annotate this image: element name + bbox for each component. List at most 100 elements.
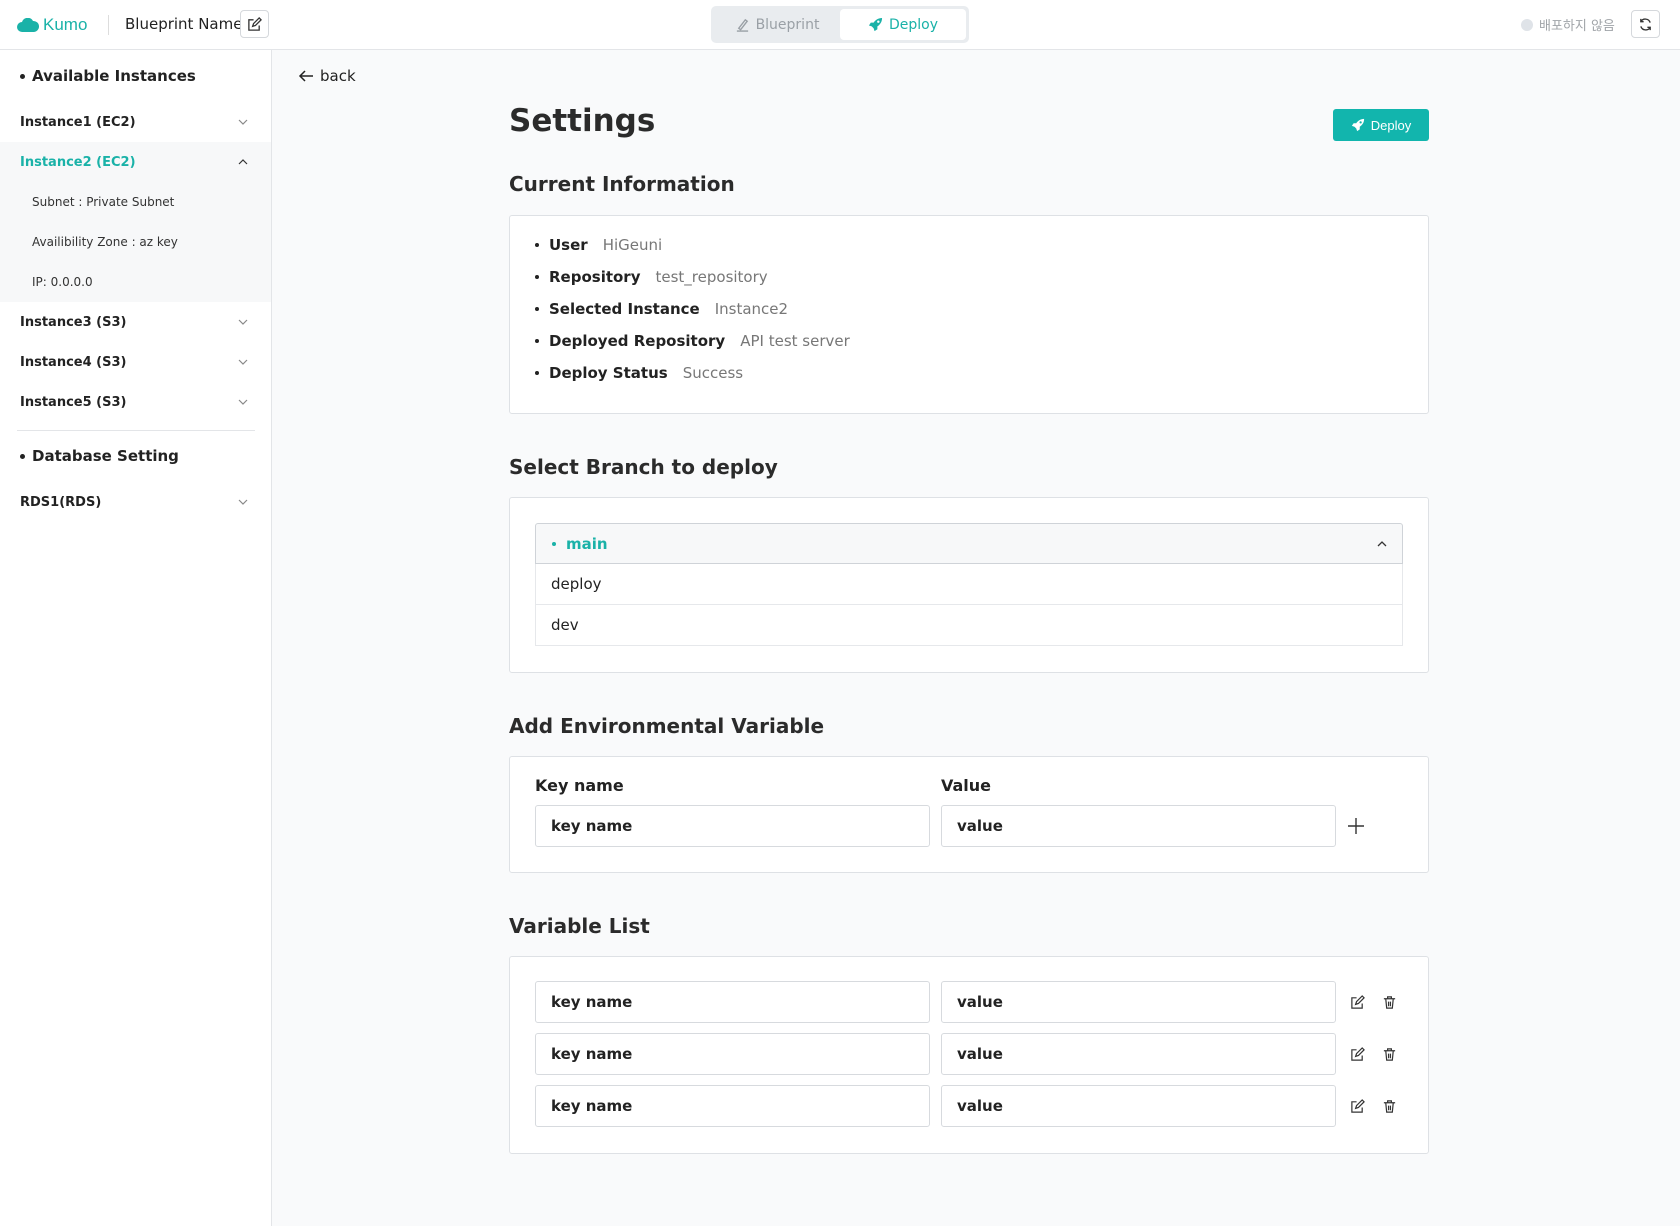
trash-icon[interactable] <box>1382 1047 1397 1062</box>
info-row-selected-instance: Selected Instance Instance2 <box>535 300 788 318</box>
chevron-down-icon <box>238 119 248 125</box>
database-setting-title: Database Setting <box>20 447 179 465</box>
current-info-card: User HiGeuni Repository test_repository … <box>509 215 1429 414</box>
current-info-heading: Current Information <box>509 172 735 196</box>
refresh-button[interactable] <box>1631 10 1660 38</box>
variable-key-field[interactable]: key name <box>535 1085 930 1127</box>
sidebar-item-instance5[interactable]: Instance5 (S3) <box>0 382 271 422</box>
back-link[interactable]: back <box>298 67 356 85</box>
instance-detail-subnet: Subnet : Private Subnet <box>0 182 271 222</box>
info-value: Instance2 <box>714 300 789 318</box>
env-value-input[interactable]: value <box>941 805 1336 847</box>
tab-deploy-label: Deploy <box>888 16 939 33</box>
tab-blueprint-label: Blueprint <box>755 16 820 33</box>
sidebar-item-rds1[interactable]: RDS1(RDS) <box>0 482 271 522</box>
top-header: Kumo Blueprint Name Blueprint Deploy 배포하… <box>0 0 1680 50</box>
refresh-icon <box>1640 17 1651 31</box>
edit-icon[interactable] <box>1350 1099 1365 1114</box>
blueprint-name: Blueprint Name <box>125 15 243 33</box>
info-label: Deploy Status <box>549 364 668 382</box>
bullet <box>20 453 25 459</box>
available-instances-title: Available Instances <box>20 67 196 85</box>
mode-toggle: Blueprint Deploy <box>711 6 969 43</box>
sidebar: Available Instances Instance1 (EC2) Inst… <box>0 50 272 1226</box>
sidebar-item-instance1[interactable]: Instance1 (EC2) <box>0 102 271 142</box>
header-divider <box>108 15 109 35</box>
bullet <box>535 275 539 279</box>
sidebar-item-label: Instance2 (EC2) <box>20 154 136 170</box>
info-label: Deployed Repository <box>549 332 726 350</box>
database-setting-label: Database Setting <box>32 447 179 465</box>
info-value: Success <box>682 364 744 382</box>
branch-option-dev[interactable]: dev <box>535 605 1403 646</box>
sidebar-item-instance2[interactable]: Instance2 (EC2) <box>0 142 271 182</box>
info-label: Selected Instance <box>549 300 700 318</box>
info-row-repository: Repository test_repository <box>535 268 768 286</box>
status-text: 배포하지 않음 <box>1539 19 1615 34</box>
kumo-logo[interactable]: Kumo <box>17 13 87 37</box>
variable-key-field[interactable]: key name <box>535 1033 930 1075</box>
variable-value-field[interactable]: value <box>941 1033 1336 1075</box>
back-label: back <box>320 67 356 85</box>
key-name-label: Key name <box>535 776 624 795</box>
detail-text: Subnet : Private Subnet <box>32 195 175 209</box>
variable-value-field[interactable]: value <box>941 1085 1336 1127</box>
trash-icon[interactable] <box>1382 995 1397 1010</box>
variable-list-heading: Variable List <box>509 914 650 938</box>
sidebar-item-instance3[interactable]: Instance3 (S3) <box>0 302 271 342</box>
instance-detail-az: Availibility Zone : az key <box>0 222 271 262</box>
trash-icon[interactable] <box>1382 1099 1397 1114</box>
bullet <box>535 371 539 375</box>
edit-icon[interactable] <box>1350 995 1365 1010</box>
branch-card: main deploy dev <box>509 497 1429 673</box>
value-label: Value <box>941 776 992 795</box>
chevron-down-icon <box>238 359 248 365</box>
env-heading: Add Environmental Variable <box>509 714 825 738</box>
info-value: HiGeuni <box>602 236 663 254</box>
chevron-up-icon <box>238 159 248 165</box>
rocket-icon <box>868 17 883 32</box>
env-card: Key name Value key name value <box>509 756 1429 873</box>
env-key-input[interactable]: key name <box>535 805 930 847</box>
selected-branch: main <box>566 534 608 553</box>
variable-value-field[interactable]: value <box>941 981 1336 1023</box>
info-row-user: User HiGeuni <box>535 236 662 254</box>
variable-list-card: key name value key name value key name v… <box>509 956 1429 1154</box>
bullet <box>535 243 539 247</box>
chevron-down-icon <box>238 399 248 405</box>
info-label: User <box>549 236 588 254</box>
tab-blueprint[interactable]: Blueprint <box>714 9 840 40</box>
edit-blueprint-name-button[interactable] <box>240 10 269 38</box>
available-instances-label: Available Instances <box>32 67 196 85</box>
deploy-button[interactable]: Deploy <box>1333 109 1429 141</box>
detail-text: IP: 0.0.0.0 <box>32 275 93 289</box>
sidebar-item-label: Instance4 (S3) <box>20 354 127 370</box>
add-variable-icon[interactable] <box>1346 816 1366 836</box>
info-row-deployed-repository: Deployed Repository API test server <box>535 332 850 350</box>
sidebar-item-label: RDS1(RDS) <box>20 494 102 510</box>
chevron-down-icon <box>238 319 248 325</box>
tab-deploy[interactable]: Deploy <box>840 9 966 40</box>
bullet <box>535 307 539 311</box>
edit-icon <box>248 16 262 31</box>
branch-heading: Select Branch to deploy <box>509 455 778 479</box>
bullet <box>535 339 539 343</box>
page-title: Settings <box>509 103 656 139</box>
sidebar-item-label: Instance3 (S3) <box>20 314 127 330</box>
branch-option-deploy[interactable]: deploy <box>535 564 1403 605</box>
cloud-icon <box>17 18 39 32</box>
bullet <box>20 73 25 79</box>
deploy-status-indicator: 배포하지 않음 <box>1521 15 1615 34</box>
status-dot <box>1521 18 1533 31</box>
instance-detail-ip: IP: 0.0.0.0 <box>0 262 271 302</box>
sidebar-item-label: Instance1 (EC2) <box>20 114 136 130</box>
arrow-left-icon <box>298 70 313 82</box>
variable-key-field[interactable]: key name <box>535 981 930 1023</box>
brand-name: Kumo <box>43 15 88 34</box>
chevron-down-icon <box>238 499 248 505</box>
info-value: test_repository <box>655 268 768 286</box>
sidebar-item-instance4[interactable]: Instance4 (S3) <box>0 342 271 382</box>
rocket-icon <box>1351 118 1364 132</box>
branch-select[interactable]: main <box>535 523 1403 564</box>
edit-icon[interactable] <box>1350 1047 1365 1062</box>
